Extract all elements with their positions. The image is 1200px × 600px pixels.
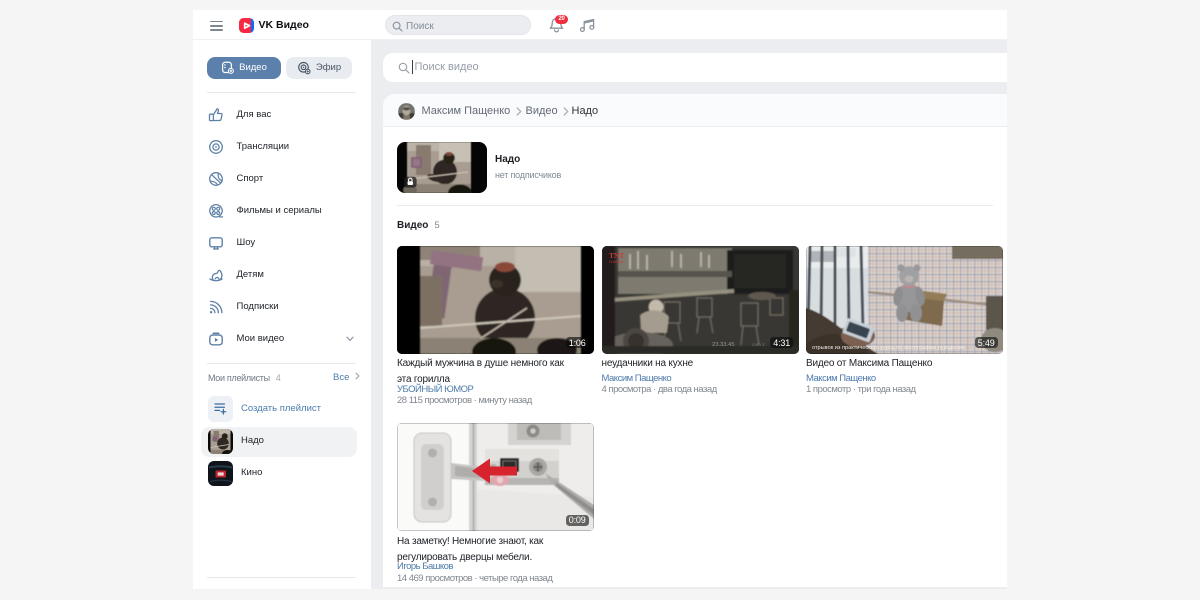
svg-text:cam 2: cam 2: [752, 342, 765, 347]
svg-text:TNT: TNT: [609, 251, 624, 260]
svg-text:отрывок из практического курса: отрывок из практического курса по фотогр…: [812, 345, 965, 351]
svg-text:23.33.45: 23.33.45: [712, 342, 735, 348]
svg-text:CHANNEL: CHANNEL: [609, 260, 624, 264]
